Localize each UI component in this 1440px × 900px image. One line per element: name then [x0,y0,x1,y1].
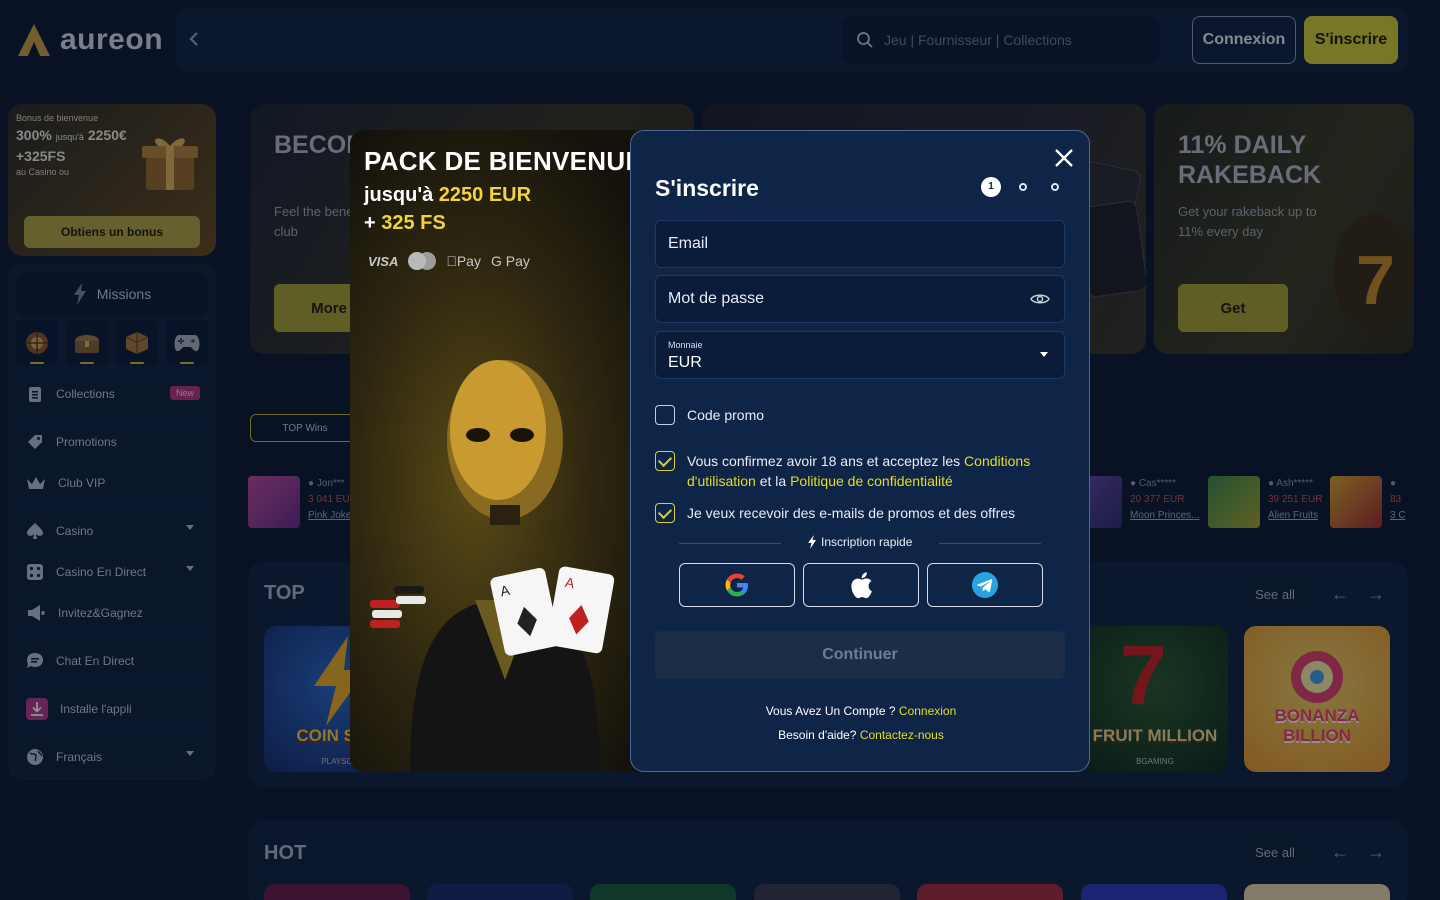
lightning-icon [808,535,816,549]
signup-modal: S'inscrire 1 Monnaie EUR Code promo Vous… [630,130,1090,772]
telegram-icon [972,572,998,598]
currency-value: EUR [668,354,702,371]
apple-pay-logo: Pay [446,253,481,269]
continue-button[interactable]: Continuer [655,631,1065,679]
step-indicator: 1 [981,177,1061,197]
email-field[interactable] [668,221,1018,267]
currency-select[interactable]: Monnaie EUR [655,331,1065,379]
contact-link[interactable]: Contactez-nous [860,728,944,742]
google-icon [725,573,748,597]
privacy-link[interactable]: Politique de confidentialité [790,473,953,489]
currency-label: Monnaie [668,340,703,350]
promo-code-row[interactable]: Code promo [655,405,1055,425]
step-current: 1 [981,177,1001,197]
email-field-wrapper [655,220,1065,268]
telegram-signup-button[interactable] [927,563,1043,607]
terms-text: Vous confirmez avoir 18 ans et acceptez … [687,453,1031,489]
promo-free-spins: + 325 FS [364,212,446,234]
newsletter-label: Je veux recevoir des e-mails de promos e… [687,505,1016,521]
terms-row[interactable]: Vous confirmez avoir 18 ans et acceptez … [655,451,1055,491]
promo-code-checkbox[interactable] [655,405,675,425]
newsletter-row[interactable]: Je veux recevoir des e-mails de promos e… [655,503,1055,523]
modal-title: S'inscrire [655,175,759,201]
payment-methods: VISA Pay G Pay [368,252,530,270]
eye-icon[interactable] [1030,292,1050,306]
welcome-pack-panel: PACK DE BIENVENUE jusqu'à 2250 EUR + 325… [350,130,660,772]
google-signup-button[interactable] [679,563,795,607]
step-dot [1051,183,1059,191]
password-field-wrapper [655,275,1065,323]
apple-icon [851,572,872,599]
promo-amount: jusqu'à 2250 EUR [364,184,532,206]
quick-signup-label: Inscription rapide [807,535,912,549]
promo-code-label: Code promo [687,407,765,423]
login-link[interactable]: Connexion [899,704,956,718]
promo-title: PACK DE BIENVENUE [364,146,644,176]
close-icon[interactable] [1053,147,1075,169]
apple-signup-button[interactable] [803,563,919,607]
step-dot [1019,183,1027,191]
masked-man-illustration: A A [370,360,615,772]
help-line: Besoin d'aide? Contactez-nous [778,728,944,742]
newsletter-checkbox[interactable] [655,503,675,523]
divider [679,543,781,544]
password-field[interactable] [668,276,1018,322]
mastercard-icon [408,252,437,270]
chevron-down-icon [1040,352,1048,357]
divider [939,543,1041,544]
have-account-line: Vous Avez Un Compte ? Connexion [765,704,957,718]
terms-checkbox[interactable] [655,451,675,471]
visa-logo: VISA [368,253,399,269]
google-pay-logo: G Pay [480,253,530,269]
